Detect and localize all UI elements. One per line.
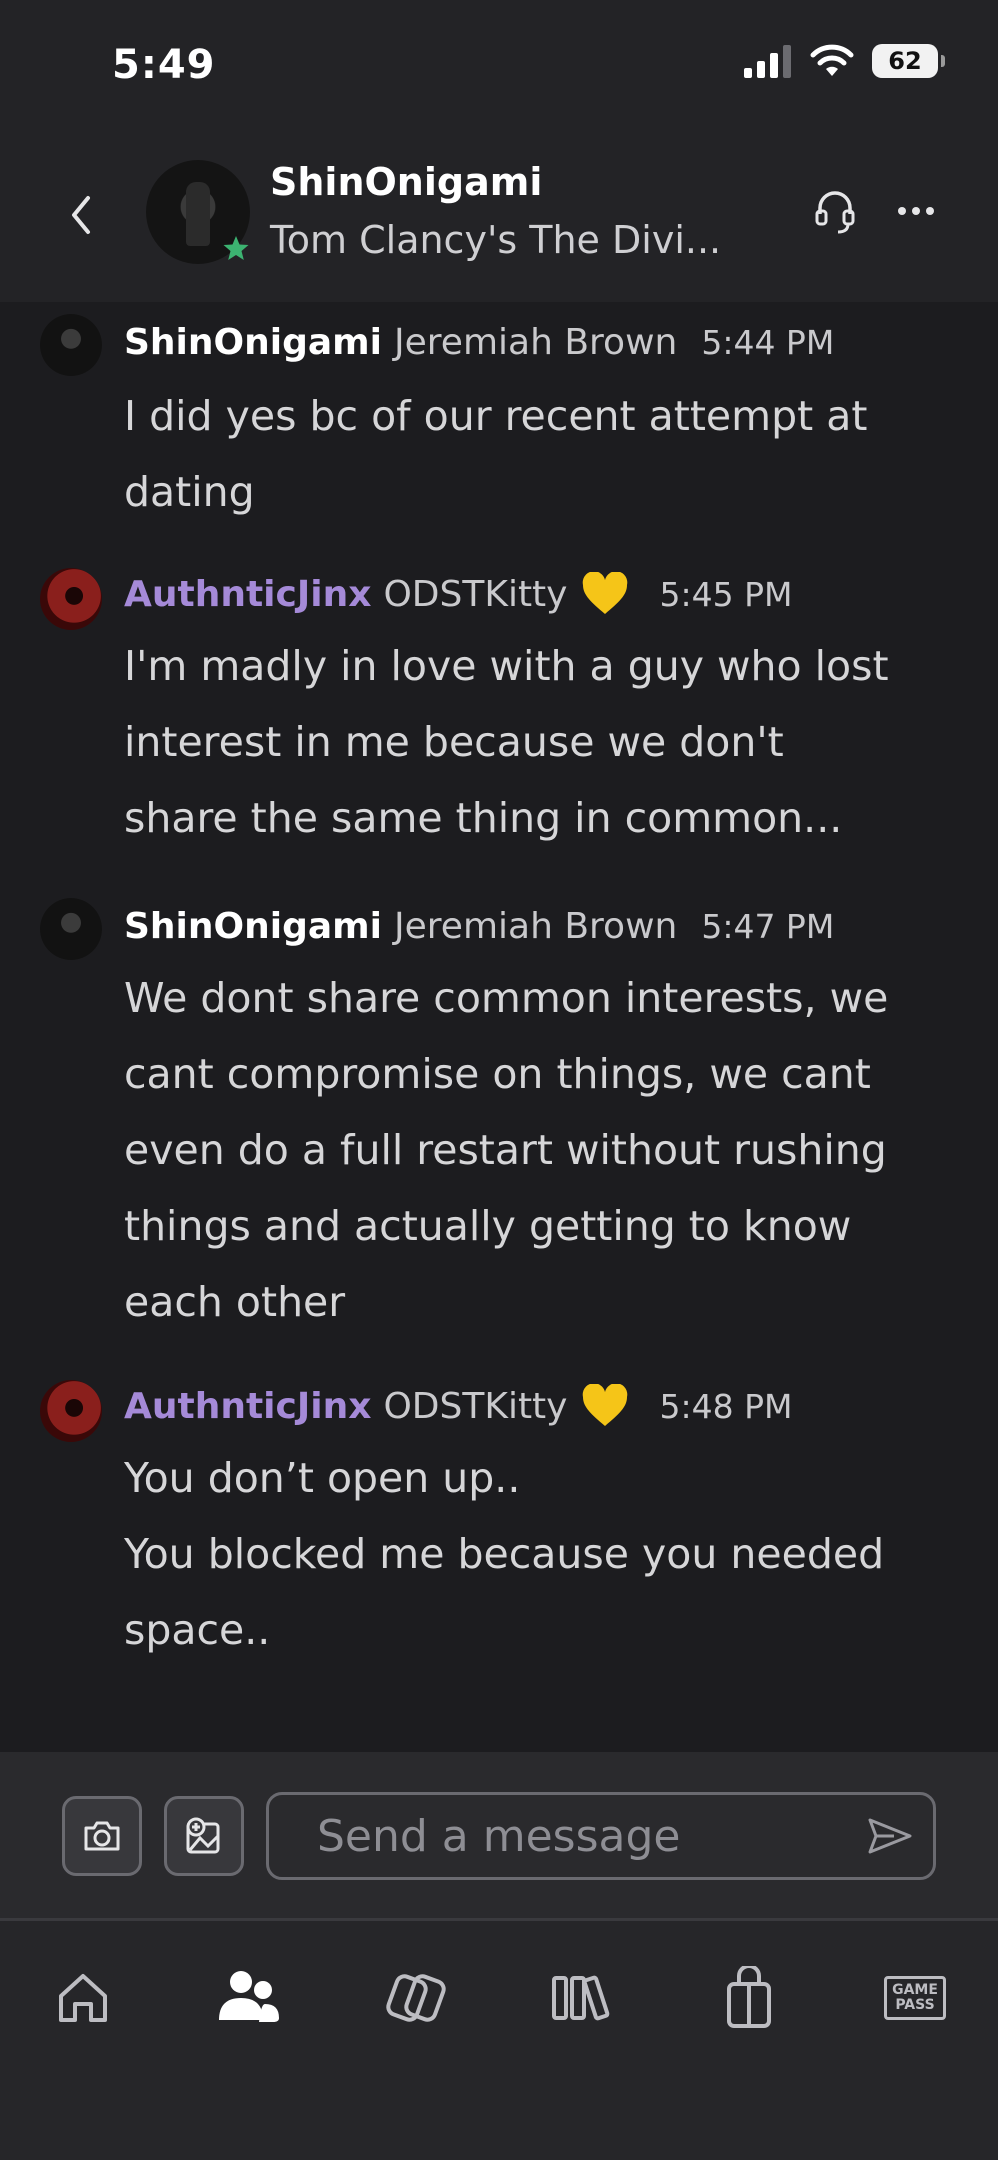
message-line: things and actually getting to know [124,1202,852,1250]
game-pass-line1: GAME [892,1982,938,1998]
status-icons: 62 [744,44,945,78]
username[interactable]: AuthnticJinx [124,1386,371,1427]
nav-store[interactable] [714,1963,784,2033]
nav-game-pass[interactable]: GAME PASS [880,1963,950,2033]
message-meta: ShinOnigami Jeremiah Brown 5:44 PM [124,322,834,363]
message-line: You don’t open up.. [124,1454,521,1502]
more-options-icon[interactable] [896,196,936,226]
message-input[interactable] [266,1792,936,1880]
add-image-icon [186,1817,220,1854]
avatar[interactable] [40,568,102,630]
camera-button[interactable] [62,1796,142,1876]
bottom-nav: GAME PASS [0,1921,998,2160]
real-name: Jeremiah Brown [394,906,678,947]
message-line: dating [124,468,255,516]
wifi-icon [810,44,854,76]
message-composer [0,1752,998,1918]
message-body: I did yes bc of our recent attempt at da… [124,378,974,530]
message-line: We dont share common interests, we [124,974,889,1022]
xbox-cloud-icon [386,1974,446,2022]
nav-home[interactable] [48,1963,118,2033]
friends-icon [219,1971,279,2022]
real-name: ODSTKitty [383,1385,568,1427]
top-header: 5:49 62 ShinOnigami Tom Clancy's The Div… [0,0,998,302]
real-name: Jeremiah Brown [394,322,678,363]
header-activity: Tom Clancy's The Divi... [270,218,722,262]
timestamp: 5:45 PM [659,574,793,614]
timestamp: 5:47 PM [701,907,835,946]
message-line: I'm madly in love with a guy who lost [124,642,889,690]
avatar[interactable] [40,898,102,960]
game-pass-line2: PASS [895,1997,935,2013]
username[interactable]: ShinOnigami [124,906,382,947]
username[interactable]: AuthnticJinx [124,574,371,615]
nav-cloud-gaming[interactable] [381,1963,451,2033]
home-icon [59,1974,107,2022]
message-meta: AuthnticJinx ODSTKitty 5:45 PM [124,572,792,616]
game-pass-icon: GAME PASS [884,1976,946,2020]
message-line: share the same thing in common... [124,794,843,842]
status-time: 5:49 [112,42,216,88]
message-meta: ShinOnigami Jeremiah Brown 5:47 PM [124,906,834,947]
library-icon [552,1975,610,2021]
message-line: each other [124,1278,346,1326]
message-line: I did yes bc of our recent attempt at [124,392,868,440]
yellow-heart-icon [583,572,628,614]
camera-icon [84,1821,120,1851]
back-chevron-icon[interactable] [62,190,102,240]
message-body: I'm madly in love with a guy who lost in… [124,628,974,856]
message-line: You blocked me because you needed [124,1530,885,1578]
message-line: space.. [124,1606,271,1654]
avatar[interactable] [40,314,102,376]
message-line: interest in me because we don't [124,718,784,766]
avatar-figure [186,182,210,246]
header-name[interactable]: ShinOnigami [270,160,542,204]
store-icon [727,1966,771,2028]
headset-icon[interactable] [812,186,858,236]
avatar[interactable] [40,1380,102,1442]
message-meta: AuthnticJinx ODSTKitty 5:48 PM [124,1384,792,1428]
message-line: even do a full restart without rushing [124,1126,887,1174]
real-name: ODSTKitty [383,573,568,615]
username[interactable]: ShinOnigami [124,322,382,363]
yellow-heart-icon [583,1384,628,1426]
nav-library[interactable] [547,1963,617,2033]
send-icon[interactable] [866,1814,914,1858]
nav-friends[interactable] [214,1963,284,2033]
presence-star-icon [223,236,249,260]
message-line: cant compromise on things, we cant [124,1050,871,1098]
signal-icon [744,45,791,78]
message-body: We dont share common interests, we cant … [124,960,974,1340]
message-body: You don’t open up.. You blocked me becau… [124,1440,974,1668]
timestamp: 5:48 PM [659,1386,793,1426]
add-image-button[interactable] [164,1796,244,1876]
timestamp: 5:44 PM [701,323,835,362]
battery-indicator: 62 [872,44,945,78]
